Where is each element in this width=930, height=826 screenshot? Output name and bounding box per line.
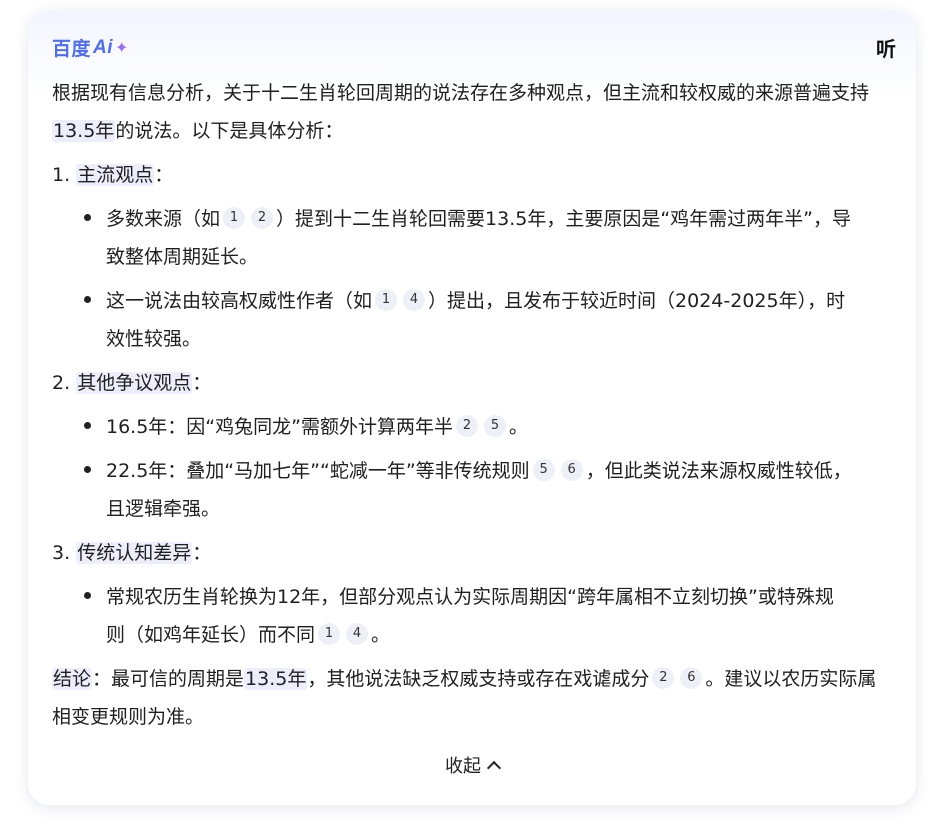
item-text-end: 。 bbox=[371, 624, 391, 646]
bullet-icon bbox=[84, 214, 91, 221]
section-title: 传统认知差异 bbox=[76, 542, 193, 564]
list-item: 常规农历生肖轮换为12年，但部分观点认为实际周期因“跨年属相不立刻切换”或特殊规… bbox=[52, 578, 892, 654]
intro-highlight: 13.5年 bbox=[52, 120, 116, 142]
ai-answer-card: 百度 Ai ✦ 听 根据现有信息分析，关于十二生肖轮回周期的说法存在多种观点，但… bbox=[28, 10, 916, 805]
conclusion-label: 结论 bbox=[52, 668, 93, 690]
logo-text: 百度 bbox=[52, 38, 92, 60]
section-number: 2. bbox=[52, 372, 71, 394]
list-item: 这一说法由较高权威性作者（如 1 4 ）提出，且发布于较近时间（2024-2025年）… bbox=[52, 282, 892, 358]
section-colon: ： bbox=[192, 372, 212, 394]
conclusion-paragraph: 结论：最可信的周期是13.5年，其他说法缺乏权威支持或存在戏谑成分 2 6 。建议以农… bbox=[52, 660, 892, 736]
card-header: 百度 Ai ✦ 听 bbox=[52, 10, 896, 74]
listen-button[interactable]: 听 bbox=[876, 33, 896, 62]
item-text: 16.5年：因“鸡兔同龙”需额外计算两年半 bbox=[106, 416, 453, 438]
section-number: 3. bbox=[52, 542, 71, 564]
citation-badge[interactable]: 6 bbox=[680, 666, 703, 689]
citation-badge[interactable]: 1 bbox=[223, 206, 246, 229]
citation-badge[interactable]: 2 bbox=[456, 414, 478, 437]
citation-badge[interactable]: 6 bbox=[560, 458, 583, 481]
section-heading-3: 3. 传统认知差异： bbox=[52, 534, 892, 572]
section-list-2: 16.5年：因“鸡兔同龙”需额外计算两年半 2 5。 22.5年：叠加“马加七年”“… bbox=[52, 408, 892, 528]
item-text-end: 。 bbox=[509, 416, 529, 438]
answer-content: 根据现有信息分析，关于十二生肖轮回周期的说法存在多种观点，但主流和较权威的来源普… bbox=[52, 74, 892, 736]
collapse-label: 收起 bbox=[445, 756, 481, 777]
sparkle-icon: ✦ bbox=[115, 38, 129, 57]
chevron-up-icon bbox=[486, 760, 502, 776]
baidu-ai-logo: 百度 Ai ✦ bbox=[52, 34, 129, 61]
item-text: 22.5年：叠加“马加七年”“蛇减一年”等非传统规则 bbox=[106, 460, 530, 482]
item-text: 常规农历生肖轮换为12年，但部分观点认为实际周期因“跨年属相不立刻切换”或特殊规… bbox=[106, 586, 834, 646]
citation-badge[interactable]: 2 bbox=[652, 666, 675, 689]
section-title: 其他争议观点 bbox=[76, 372, 193, 394]
bullet-icon bbox=[84, 296, 91, 303]
citation-badge[interactable]: 1 bbox=[375, 288, 398, 311]
citation-badge[interactable]: 2 bbox=[251, 206, 274, 229]
section-heading-2: 2. 其他争议观点： bbox=[52, 364, 892, 402]
list-item: 多数来源（如 1 2 ）提到十二生肖轮回需要13.5年，主要原因是“鸡年需过两年半”，… bbox=[52, 200, 892, 276]
logo-ai-text: Ai bbox=[93, 36, 114, 58]
item-text: 多数来源（如 bbox=[106, 208, 221, 230]
section-list-1: 多数来源（如 1 2 ）提到十二生肖轮回需要13.5年，主要原因是“鸡年需过两年半”，… bbox=[52, 200, 892, 358]
intro-text: 根据现有信息分析，关于十二生肖轮回周期的说法存在多种观点，但主流和较权威的来源普… bbox=[52, 82, 870, 104]
citation-badge[interactable]: 5 bbox=[484, 414, 506, 437]
conclusion-text: ：最可信的周期是 bbox=[92, 668, 245, 690]
citation-badge[interactable]: 4 bbox=[346, 622, 369, 645]
citation-badge[interactable]: 1 bbox=[318, 622, 341, 645]
bullet-icon bbox=[84, 422, 91, 429]
conclusion-highlight: 13.5年 bbox=[244, 668, 308, 690]
bullet-icon bbox=[84, 592, 91, 599]
list-item: 22.5年：叠加“马加七年”“蛇减一年”等非传统规则 5 6 ，但此类说法来源权威性较… bbox=[52, 452, 892, 528]
section-title: 主流观点 bbox=[76, 164, 155, 186]
citation-badge[interactable]: 5 bbox=[532, 458, 555, 481]
section-colon: ： bbox=[154, 164, 174, 186]
section-list-3: 常规农历生肖轮换为12年，但部分观点认为实际周期因“跨年属相不立刻切换”或特殊规… bbox=[52, 578, 892, 654]
collapse-button[interactable]: 收起 bbox=[28, 752, 916, 778]
section-heading-1: 1. 主流观点： bbox=[52, 156, 892, 194]
intro-text-end: 的说法。以下是具体分析： bbox=[115, 120, 344, 142]
list-item: 16.5年：因“鸡兔同龙”需额外计算两年半 2 5。 bbox=[52, 408, 892, 446]
intro-paragraph: 根据现有信息分析，关于十二生肖轮回周期的说法存在多种观点，但主流和较权威的来源普… bbox=[52, 74, 892, 150]
bullet-icon bbox=[84, 466, 91, 473]
conclusion-text-mid: ，其他说法缺乏权威支持或存在戏谑成分 bbox=[307, 668, 650, 690]
item-text: 这一说法由较高权威性作者（如 bbox=[106, 290, 373, 312]
section-number: 1. bbox=[52, 164, 71, 186]
citation-badge[interactable]: 4 bbox=[403, 288, 426, 311]
section-colon: ： bbox=[192, 542, 212, 564]
